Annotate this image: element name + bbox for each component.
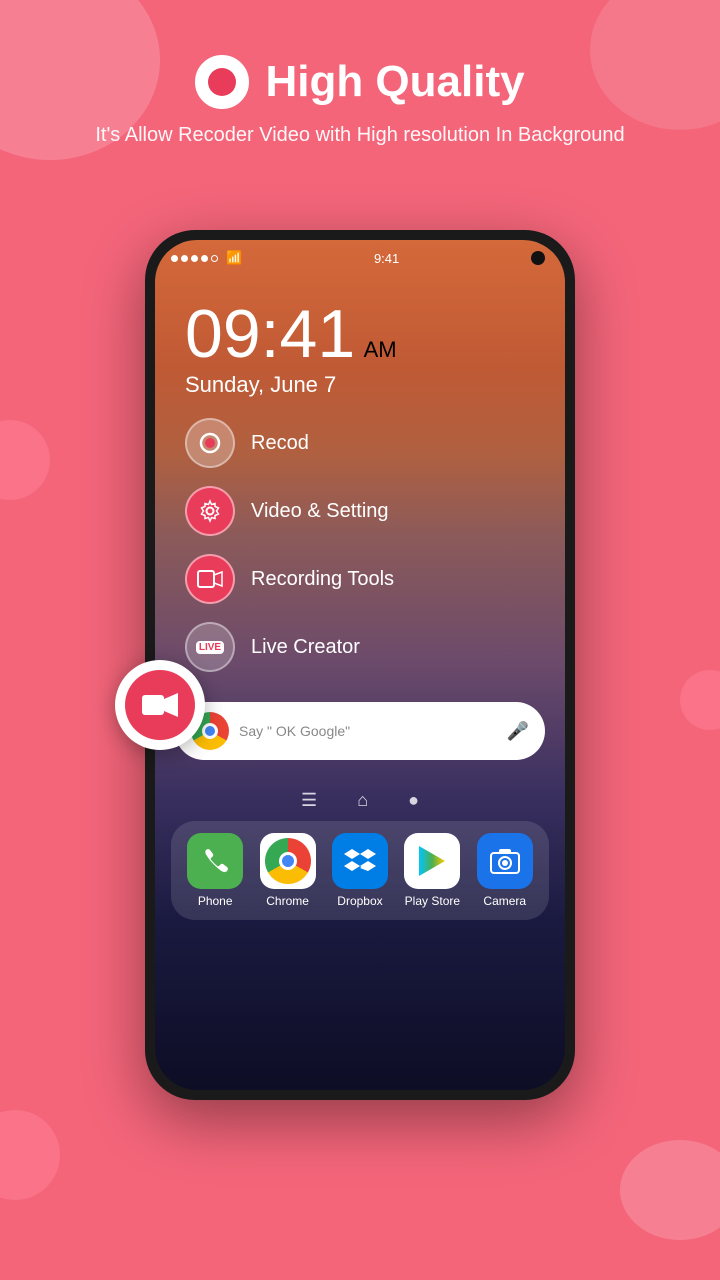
dropbox-app-icon — [332, 833, 388, 889]
status-time: 9:41 — [374, 251, 399, 266]
dock-app-chrome[interactable]: Chrome — [260, 833, 316, 908]
bg-blob-bottom-right — [620, 1140, 720, 1240]
clock-time: 09:41 — [185, 296, 355, 372]
live-badge: LIVE — [196, 641, 224, 654]
camera-app-label: Camera — [483, 894, 526, 908]
navigation-bar: ☰ ⌂ ● — [155, 776, 565, 821]
menu-label-recording-tools: Recording Tools — [251, 568, 394, 591]
app-dock: Phone Chrome — [171, 821, 549, 920]
phone-outer: 📶 9:41 09:41 AM Sunday, June 7 — [145, 230, 575, 1100]
playstore-icon — [415, 844, 449, 878]
signal-dot-1 — [171, 255, 178, 262]
bg-blob-right-mid — [680, 670, 720, 730]
recording-tools-icon-circle — [185, 554, 235, 604]
mic-icon[interactable]: 🎤 — [507, 721, 529, 742]
phone-icon — [200, 846, 230, 876]
menu-items: Recod Video & Setting — [155, 408, 565, 672]
phone-app-label: Phone — [198, 894, 233, 908]
menu-item-recod[interactable]: Recod — [185, 418, 545, 468]
google-search-bar[interactable]: Say " OK Google" 🎤 — [175, 702, 545, 760]
live-creator-icon-circle: LIVE — [185, 622, 235, 672]
record-circle-icon — [199, 432, 221, 454]
nav-menu-button[interactable]: ☰ — [301, 790, 317, 811]
dock-app-playstore[interactable]: Play Store — [404, 833, 460, 908]
phone-screen: 📶 9:41 09:41 AM Sunday, June 7 — [155, 240, 565, 1090]
clock-time-row: 09:41 AM — [185, 300, 535, 368]
film-icon — [197, 568, 223, 590]
dock-app-camera[interactable]: Camera — [477, 833, 533, 908]
floating-video-button-inner — [125, 670, 195, 740]
status-bar: 📶 9:41 — [155, 240, 565, 270]
google-g-center — [202, 723, 218, 739]
bg-blob-bottom-left — [0, 1110, 60, 1200]
menu-item-recording-tools[interactable]: Recording Tools — [185, 554, 545, 604]
header: High Quality It's Allow Recoder Video wi… — [0, 0, 720, 149]
camera-app-icon — [477, 833, 533, 889]
front-camera — [531, 251, 545, 265]
recod-icon-circle — [185, 418, 235, 468]
record-icon-large — [195, 55, 249, 109]
menu-item-live-creator[interactable]: LIVE Live Creator — [185, 622, 545, 672]
floating-video-button[interactable] — [115, 660, 205, 750]
menu-label-live-creator: Live Creator — [251, 636, 360, 659]
page-title: High Quality — [265, 57, 524, 107]
bg-blob-left-mid — [0, 420, 50, 500]
header-title-row: High Quality — [0, 55, 720, 109]
signal-dot-5 — [211, 255, 218, 262]
menu-label-recod: Recod — [251, 432, 309, 455]
chrome-app-label: Chrome — [266, 894, 309, 908]
playstore-app-icon — [404, 833, 460, 889]
chrome-icon — [265, 838, 311, 884]
dropbox-icon — [344, 847, 376, 875]
search-placeholder: Say " OK Google" — [239, 723, 497, 739]
dropbox-app-label: Dropbox — [337, 894, 382, 908]
video-setting-icon-circle — [185, 486, 235, 536]
clock-date: Sunday, June 7 — [185, 372, 535, 398]
chrome-center — [279, 852, 297, 870]
chrome-app-icon — [260, 833, 316, 889]
nav-recents-button[interactable]: ● — [408, 790, 419, 811]
signal-dot-2 — [181, 255, 188, 262]
menu-label-video-setting: Video & Setting — [251, 500, 389, 523]
dock-app-dropbox[interactable]: Dropbox — [332, 833, 388, 908]
wifi-icon: 📶 — [226, 250, 242, 266]
camera-icon — [489, 847, 521, 875]
record-dot — [208, 68, 236, 96]
menu-item-video-setting[interactable]: Video & Setting — [185, 486, 545, 536]
clock-display: 09:41 AM Sunday, June 7 — [155, 270, 565, 408]
nav-home-button[interactable]: ⌂ — [357, 790, 368, 811]
video-camera-icon — [142, 691, 178, 719]
phone-app-icon — [187, 833, 243, 889]
signal-dot-3 — [191, 255, 198, 262]
phone-mockup: 📶 9:41 09:41 AM Sunday, June 7 — [145, 230, 575, 1100]
signal-indicator: 📶 — [171, 250, 242, 266]
playstore-app-label: Play Store — [405, 894, 460, 908]
signal-dot-4 — [201, 255, 208, 262]
gear-icon — [198, 499, 222, 523]
clock-ampm: AM — [364, 337, 397, 362]
dock-app-phone[interactable]: Phone — [187, 833, 243, 908]
header-subtitle: It's Allow Recoder Video with High resol… — [0, 121, 720, 149]
